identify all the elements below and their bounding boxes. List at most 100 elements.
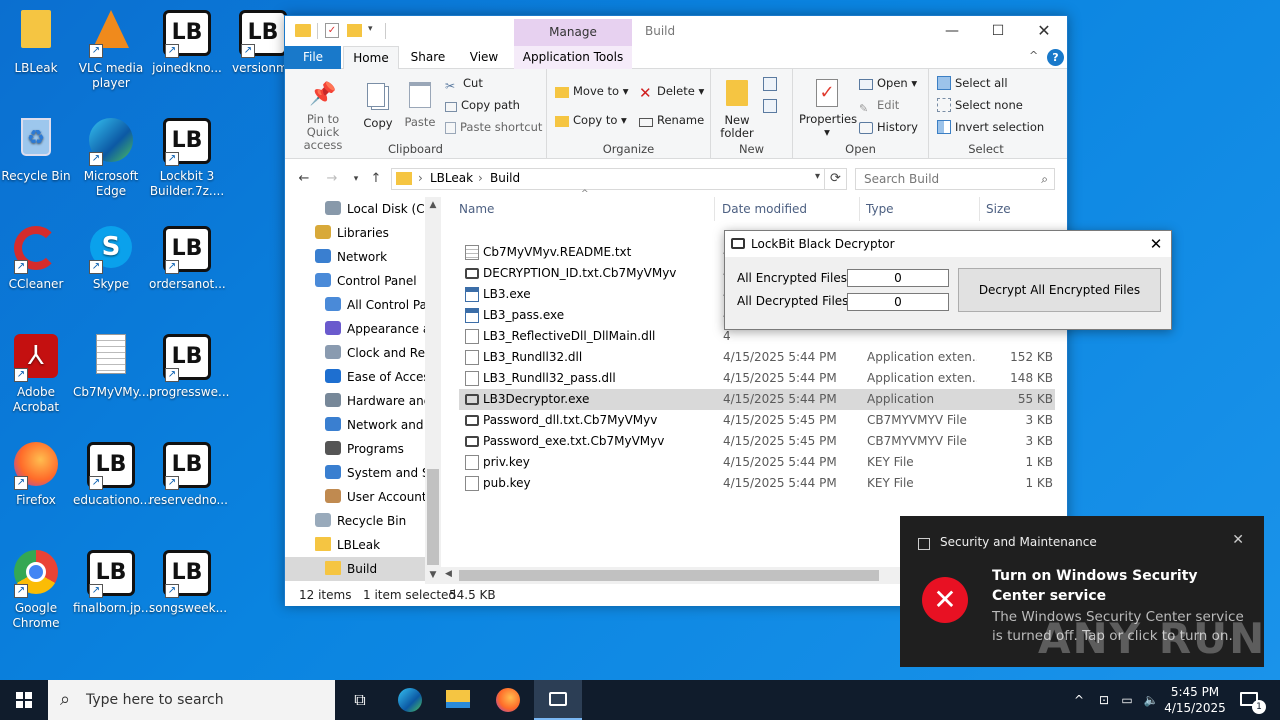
- tab-home[interactable]: Home: [343, 46, 399, 70]
- customize-quick-access-icon[interactable]: ▾: [368, 24, 373, 34]
- column-type[interactable]: Type: [860, 197, 980, 221]
- breadcrumb-lbleak[interactable]: LBLeak: [430, 171, 473, 185]
- tab-file[interactable]: File: [285, 46, 341, 69]
- scroll-up-icon[interactable]: ▲: [425, 197, 441, 214]
- nav-item-user-accounts[interactable]: User Accounts: [285, 485, 425, 509]
- action-center-button[interactable]: 1: [1232, 680, 1272, 720]
- edit-button[interactable]: ✎ Edit: [859, 95, 899, 115]
- easy-access-icon[interactable]: [763, 99, 777, 113]
- taskbar-edge-icon[interactable]: [386, 680, 434, 720]
- collapse-ribbon-icon[interactable]: ^: [1029, 49, 1038, 62]
- select-all-button[interactable]: Select all: [937, 73, 1008, 93]
- file-row[interactable]: pub.key 4/15/2025 5:44 PM KEY File 1 KB: [459, 473, 1055, 494]
- copy-path-button[interactable]: Copy path: [445, 95, 520, 115]
- breadcrumb-build[interactable]: Build: [490, 171, 520, 185]
- tab-share[interactable]: Share: [405, 46, 451, 69]
- desktop-icon-google-chrome[interactable]: ↗ Google Chrome: [0, 544, 74, 631]
- desktop-icon-firefox[interactable]: ↗ Firefox: [0, 436, 74, 508]
- nav-item-libraries[interactable]: Libraries: [285, 221, 425, 245]
- properties-button[interactable]: ✓ Properties ▾: [799, 77, 857, 139]
- move-to-button[interactable]: Move to ▾: [555, 81, 628, 101]
- desktop-icon-lockbit-3-builder-7z[interactable]: LB ↗ Lockbit 3 Builder.7z....: [149, 112, 225, 199]
- properties-quick-icon[interactable]: ✓: [325, 23, 339, 38]
- desktop-icon-finalborn-jp[interactable]: LB ↗ finalborn.jp...: [73, 544, 152, 616]
- tray-overflow-icon[interactable]: ^: [1068, 680, 1090, 720]
- new-folder-quick-icon[interactable]: [347, 24, 362, 37]
- nav-item-ease-of-access[interactable]: Ease of Access: [285, 365, 425, 389]
- desktop-icon-skype[interactable]: S ↗ Skype: [73, 220, 149, 292]
- copy-button[interactable]: Copy: [359, 79, 397, 130]
- desktop-icon-adobe-acrobat[interactable]: ⅄ ↗ Adobe Acrobat: [0, 328, 74, 415]
- desktop-icon-cb7myvmy[interactable]: Cb7MyVMy...: [73, 328, 149, 400]
- open-button[interactable]: Open ▾: [859, 73, 917, 93]
- nav-item-clock-and-regi[interactable]: Clock and Regi: [285, 341, 425, 365]
- tab-application-tools[interactable]: Application Tools: [514, 46, 632, 69]
- taskbar-firefox-icon[interactable]: [484, 680, 532, 720]
- copy-to-button[interactable]: Copy to ▾: [555, 110, 627, 130]
- select-none-button[interactable]: Select none: [937, 95, 1023, 115]
- paste-button[interactable]: Paste: [401, 79, 439, 129]
- nav-item-build[interactable]: Build: [285, 557, 425, 581]
- nav-item-recycle-bin[interactable]: Recycle Bin: [285, 509, 425, 533]
- search-box[interactable]: Search Build ⌕: [855, 168, 1055, 190]
- rename-button[interactable]: Rename: [639, 110, 704, 130]
- dialog-close-button[interactable]: ✕: [1141, 231, 1171, 257]
- file-row[interactable]: LB3_Rundll32.dll 4/15/2025 5:44 PM Applica…: [459, 347, 1055, 368]
- file-row[interactable]: LB3_Rundll32_pass.dll 4/15/2025 5:44 PM Ap…: [459, 368, 1055, 389]
- taskbar-search-box[interactable]: ⌕ Type here to search: [48, 680, 335, 720]
- paste-shortcut-button[interactable]: Paste shortcut: [445, 117, 542, 137]
- new-item-icon[interactable]: [763, 77, 777, 91]
- scroll-down-icon[interactable]: ▼: [425, 567, 441, 584]
- nav-item-network[interactable]: Network: [285, 245, 425, 269]
- start-button[interactable]: [0, 680, 48, 720]
- nav-item-local-disk-c[interactable]: Local Disk (C:): [285, 197, 425, 221]
- invert-selection-button[interactable]: Invert selection: [937, 117, 1044, 137]
- taskbar-lockbit-decryptor-icon[interactable]: [534, 680, 582, 720]
- address-dropdown-icon[interactable]: ▾: [815, 171, 820, 182]
- clock[interactable]: 5:45 PM 4/15/2025: [1164, 680, 1226, 720]
- speaker-tray-icon[interactable]: 🔈: [1140, 680, 1162, 720]
- desktop-icon-reservedno[interactable]: LB ↗ reservedno...: [149, 436, 228, 508]
- new-folder-button[interactable]: New folder: [715, 77, 759, 140]
- up-button[interactable]: ↑: [365, 169, 387, 189]
- minimize-button[interactable]: —: [929, 16, 975, 46]
- file-row[interactable]: Password_exe.txt.Cb7MyVMyv 4/15/2025 5:45…: [459, 431, 1055, 452]
- nav-item-appearance-an[interactable]: Appearance an: [285, 317, 425, 341]
- navigation-scrollbar[interactable]: ▲ ▼: [425, 197, 441, 584]
- desktop-icon-educationo[interactable]: LB ↗ educationo...: [73, 436, 151, 508]
- column-date-modified[interactable]: Date modified: [716, 197, 860, 221]
- history-button[interactable]: History: [859, 117, 918, 137]
- back-button[interactable]: ←: [293, 169, 315, 189]
- volume-tray-icon[interactable]: ▭: [1116, 680, 1138, 720]
- scroll-left-icon[interactable]: ◀: [445, 569, 452, 579]
- maximize-button[interactable]: ☐: [975, 16, 1021, 46]
- nav-item-control-panel[interactable]: Control Panel: [285, 269, 425, 293]
- task-view-button[interactable]: ⧉: [336, 680, 384, 720]
- delete-button[interactable]: ✕ Delete ▾: [639, 81, 704, 101]
- nav-item-hardware-and[interactable]: Hardware and: [285, 389, 425, 413]
- nav-item-network-and-ir[interactable]: Network and Ir: [285, 413, 425, 437]
- forward-button[interactable]: →: [321, 169, 343, 189]
- nav-item-programs[interactable]: Programs: [285, 437, 425, 461]
- file-row[interactable]: priv.key 4/15/2025 5:44 PM KEY File 1 KB: [459, 452, 1055, 473]
- file-row[interactable]: LB3Decryptor.exe 4/15/2025 5:44 PM Applica…: [459, 389, 1055, 410]
- close-button[interactable]: ✕: [1021, 16, 1067, 46]
- cut-button[interactable]: ✂ Cut: [445, 73, 483, 93]
- desktop-icon-recycle-bin[interactable]: ♻ Recycle Bin: [0, 112, 74, 184]
- desktop-icon-vlc-media-player[interactable]: ↗ VLC media player: [73, 4, 149, 91]
- security-toast-notification[interactable]: Security and Maintenance ✕ ✕ Turn on Win…: [900, 516, 1264, 667]
- scrollbar-thumb[interactable]: [427, 469, 439, 565]
- network-tray-icon[interactable]: ⊡: [1094, 680, 1114, 720]
- address-bar[interactable]: › LBLeak › Build ▾: [391, 168, 825, 190]
- nav-item-all-control-par[interactable]: All Control Par: [285, 293, 425, 317]
- decrypt-all-button[interactable]: Decrypt All Encrypted Files: [958, 268, 1161, 312]
- toast-close-button[interactable]: ✕: [1232, 532, 1244, 548]
- desktop-icon-ordersanot[interactable]: LB ↗ ordersanot...: [149, 220, 226, 292]
- refresh-button[interactable]: ⟳: [825, 168, 847, 190]
- taskbar-file-explorer-icon[interactable]: [434, 680, 482, 720]
- desktop-icon-lbleak[interactable]: LBLeak: [0, 4, 74, 76]
- horizontal-scrollbar-thumb[interactable]: [459, 570, 879, 581]
- file-row[interactable]: Password_dll.txt.Cb7MyVMyv 4/15/2025 5:45…: [459, 410, 1055, 431]
- help-icon[interactable]: ?: [1047, 49, 1064, 66]
- column-name[interactable]: Name: [453, 197, 715, 221]
